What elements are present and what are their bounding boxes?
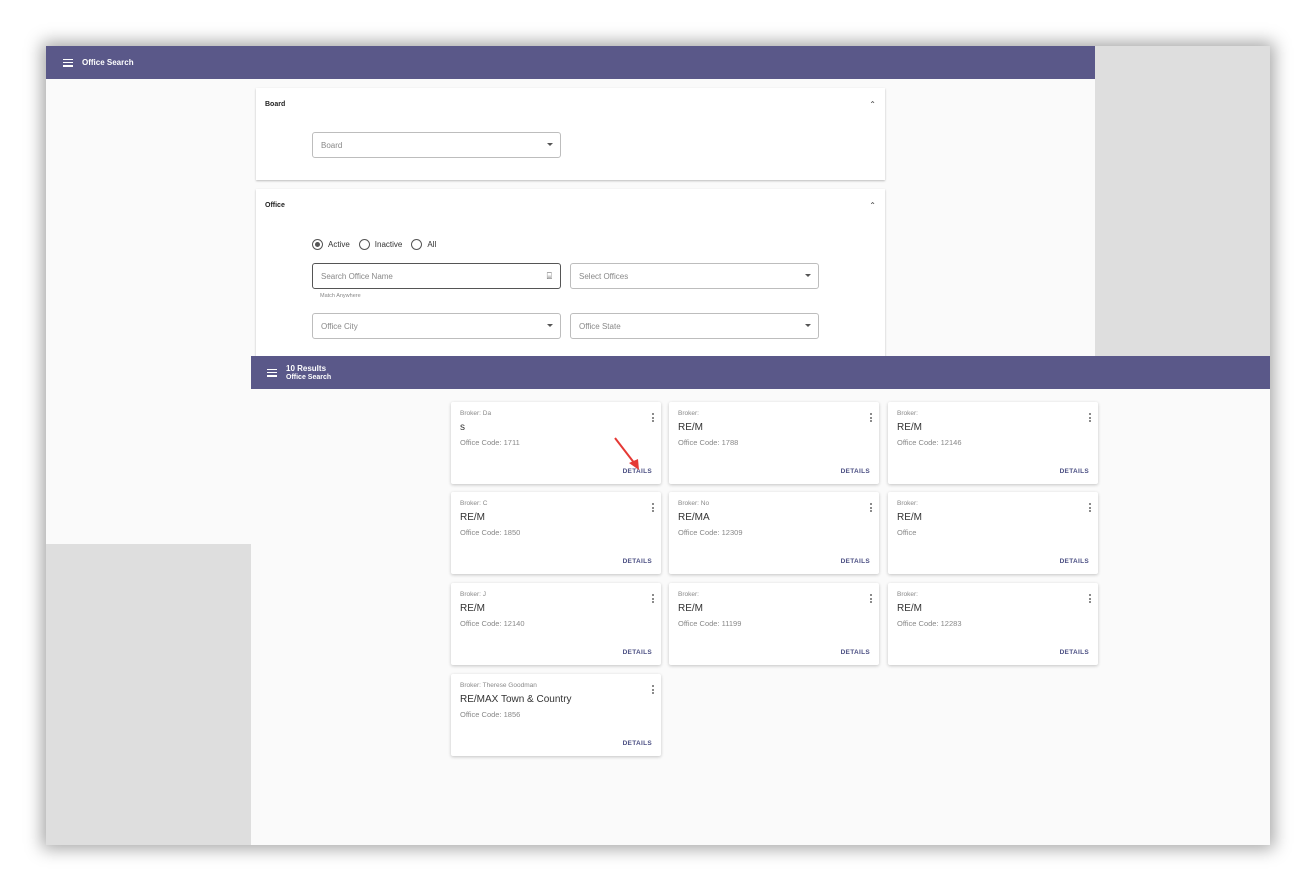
card-office-name: RE/M bbox=[460, 603, 485, 614]
more-vert-icon[interactable] bbox=[1089, 503, 1092, 513]
search-office-name-input[interactable]: Search Office Name ⌸ bbox=[312, 263, 561, 289]
office-card: Broker: No RE/MA Office Code: 12309 DETA… bbox=[669, 492, 879, 574]
radio-all[interactable] bbox=[411, 239, 423, 250]
select-offices-dropdown[interactable]: Select Offices bbox=[570, 263, 819, 289]
board-panel-title: Board bbox=[265, 101, 286, 108]
radio-active-label[interactable]: Active bbox=[328, 240, 350, 249]
office-card: Broker: RE/M Office Code: 12146 DETAILS bbox=[888, 402, 1098, 484]
office-card: Broker: C RE/M Office Code: 1850 DETAILS bbox=[451, 492, 661, 574]
details-button[interactable]: DETAILS bbox=[623, 649, 652, 656]
dropdown-caret-icon bbox=[547, 143, 553, 146]
card-office-code: Office Code: 1850 bbox=[460, 528, 521, 537]
office-state-select[interactable]: Office State bbox=[570, 313, 819, 339]
card-office-code: Office Code: 1711 bbox=[460, 438, 520, 447]
more-vert-icon[interactable] bbox=[652, 685, 655, 695]
card-broker: Broker: bbox=[678, 410, 699, 417]
more-vert-icon[interactable] bbox=[652, 503, 655, 513]
results-header: 10 Results Office Search bbox=[251, 356, 1270, 389]
card-office-name: RE/MAX Town & Country bbox=[460, 694, 572, 705]
search-office-name-placeholder: Search Office Name bbox=[321, 271, 393, 281]
board-select-placeholder: Board bbox=[321, 140, 343, 150]
card-office-name: RE/MA bbox=[678, 512, 710, 523]
card-broker: Broker: Therese Goodman bbox=[460, 682, 537, 689]
more-vert-icon[interactable] bbox=[1089, 594, 1092, 604]
more-vert-icon[interactable] bbox=[652, 594, 655, 604]
app-window: Office Search Board ⌃ Board Office ⌃ Act… bbox=[46, 46, 1270, 845]
card-office-code: Office Code: 1788 bbox=[678, 438, 739, 447]
office-card: Broker: RE/M Office Code: 1788 DETAILS bbox=[669, 402, 879, 484]
card-broker: Broker: bbox=[678, 591, 699, 598]
page-title: Office Search bbox=[82, 58, 134, 67]
menu-icon[interactable] bbox=[267, 368, 277, 377]
card-broker: Broker: bbox=[897, 410, 918, 417]
chevron-up-icon[interactable]: ⌃ bbox=[869, 100, 876, 109]
card-office-name: RE/M bbox=[678, 422, 703, 433]
more-vert-icon[interactable] bbox=[1089, 413, 1092, 423]
dropdown-caret-icon bbox=[805, 274, 811, 277]
office-card: Broker: RE/M Office Code: 11199 DETAILS bbox=[669, 583, 879, 665]
card-broker: Broker: Da bbox=[460, 410, 492, 417]
search-hint: Match Anywhere bbox=[320, 293, 361, 299]
card-office-name: RE/M bbox=[897, 422, 922, 433]
card-office-name: RE/M bbox=[460, 512, 485, 523]
card-office-code: Office Code: 12146 bbox=[897, 438, 962, 447]
dropdown-caret-icon bbox=[547, 324, 553, 327]
empty-area-left bbox=[46, 544, 251, 845]
details-button[interactable]: DETAILS bbox=[1060, 468, 1089, 475]
more-vert-icon[interactable] bbox=[870, 594, 873, 604]
card-office-name: RE/M bbox=[897, 603, 922, 614]
board-panel: Board ⌃ Board bbox=[256, 88, 885, 180]
app-header: Office Search bbox=[46, 46, 1095, 79]
office-state-placeholder: Office State bbox=[579, 321, 621, 331]
card-office-code: Office Code: 11199 bbox=[678, 619, 742, 628]
card-office-name: RE/M bbox=[678, 603, 703, 614]
card-office-code: Office Code: 12309 bbox=[678, 528, 743, 537]
more-vert-icon[interactable] bbox=[870, 503, 873, 513]
card-office-name: RE/M bbox=[897, 512, 922, 523]
board-select[interactable]: Board bbox=[312, 132, 561, 158]
office-card: Broker: J RE/M Office Code: 12140 DETAIL… bbox=[451, 583, 661, 665]
radio-inactive[interactable] bbox=[358, 239, 370, 250]
details-button[interactable]: DETAILS bbox=[1060, 649, 1089, 656]
office-panel-title: Office bbox=[265, 202, 285, 209]
dropdown-caret-icon bbox=[805, 324, 811, 327]
card-broker: Broker: bbox=[897, 500, 918, 507]
radio-inactive-label[interactable]: Inactive bbox=[375, 240, 403, 249]
office-city-placeholder: Office City bbox=[321, 321, 358, 331]
card-broker: Broker: J bbox=[460, 591, 487, 598]
card-office-code: Office Code: 1856 bbox=[460, 710, 521, 719]
card-broker: Broker: bbox=[897, 591, 918, 598]
office-panel: Office ⌃ Active Inactive All Search Offi… bbox=[256, 189, 885, 359]
details-button[interactable]: DETAILS bbox=[841, 649, 870, 656]
details-button[interactable]: DETAILS bbox=[623, 558, 652, 565]
annotation-arrow-icon bbox=[614, 437, 639, 470]
card-broker: Broker: C bbox=[460, 500, 488, 507]
details-button[interactable]: DETAILS bbox=[1060, 558, 1089, 565]
card-office-code: Office Code: 12140 bbox=[460, 619, 525, 628]
more-vert-icon[interactable] bbox=[652, 413, 655, 423]
card-office-code: Office Code: 12283 bbox=[897, 619, 962, 628]
results-subtitle: Office Search bbox=[286, 373, 332, 381]
status-radio-group: Active Inactive All bbox=[312, 239, 445, 250]
office-card: Broker: Therese Goodman RE/MAX Town & Co… bbox=[451, 674, 661, 756]
card-office-code: Office bbox=[897, 528, 917, 537]
details-button[interactable]: DETAILS bbox=[841, 558, 870, 565]
select-offices-placeholder: Select Offices bbox=[579, 271, 629, 281]
details-button[interactable]: DETAILS bbox=[841, 468, 870, 475]
radio-all-label[interactable]: All bbox=[427, 240, 436, 249]
menu-icon[interactable] bbox=[63, 58, 73, 67]
empty-area-right bbox=[1095, 46, 1270, 356]
office-card: Broker: RE/M Office Code: 12283 DETAILS bbox=[888, 583, 1098, 665]
chevron-up-icon[interactable]: ⌃ bbox=[869, 201, 876, 210]
results-count: 10 Results bbox=[286, 363, 327, 373]
card-broker: Broker: No bbox=[678, 500, 710, 507]
details-button[interactable]: DETAILS bbox=[623, 740, 652, 747]
card-office-name: s bbox=[460, 422, 465, 433]
more-vert-icon[interactable] bbox=[870, 413, 873, 423]
office-city-select[interactable]: Office City bbox=[312, 313, 561, 339]
filter-settings-icon[interactable]: ⌸ bbox=[547, 271, 552, 282]
radio-active[interactable] bbox=[312, 239, 323, 250]
office-card: Broker: RE/M Office DETAILS bbox=[888, 492, 1098, 574]
